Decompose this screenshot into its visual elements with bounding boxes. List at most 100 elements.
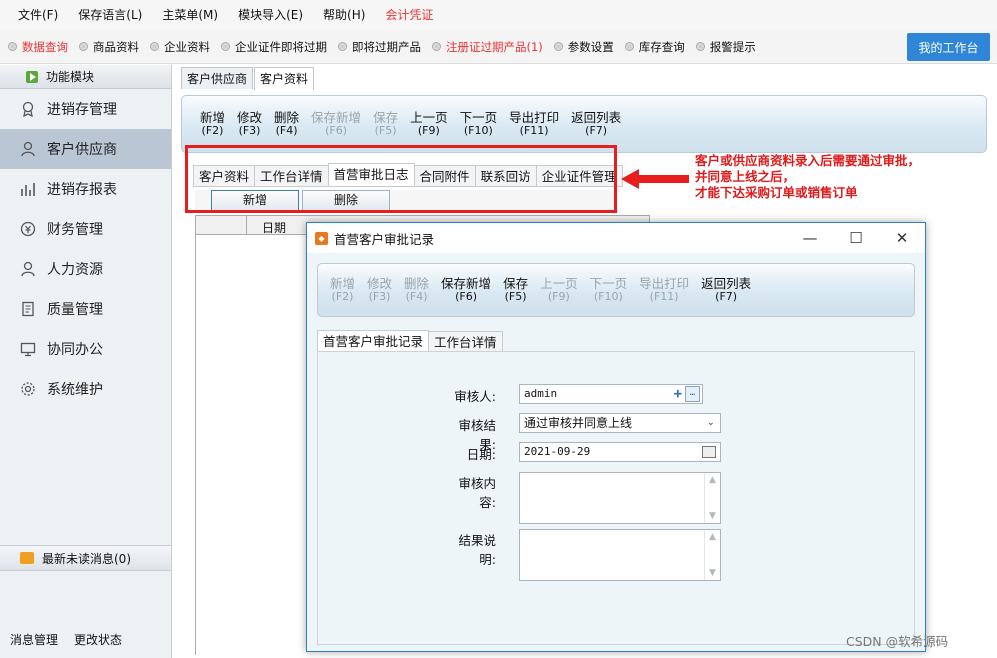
dlg-delete-button[interactable]: 删除 (F4)	[404, 277, 429, 303]
dlg-add-button[interactable]: 新增 (F2)	[330, 277, 355, 303]
reviewer-field[interactable]: admin + …	[519, 384, 703, 404]
sidebar-item-label: 客户供应商	[47, 142, 117, 158]
scroll-up-icon[interactable]: ▲	[709, 532, 716, 542]
annotation-line: 并同意上线之后，	[695, 169, 796, 184]
save-label: 保存	[373, 110, 399, 125]
maximize-icon[interactable]: ☐	[833, 223, 879, 253]
content-textarea[interactable]: ▲ ▼	[519, 472, 721, 524]
dlg-export-key: (F11)	[649, 290, 679, 303]
message-management-link[interactable]: 消息管理	[10, 631, 58, 648]
gear-icon	[20, 381, 36, 397]
dlg-export-print-button[interactable]: 导出打印 (F11)	[639, 277, 689, 303]
quick-settings[interactable]: 参数设置	[553, 39, 614, 55]
dlg-save-button[interactable]: 保存 (F5)	[503, 277, 528, 303]
quick-license-expiring[interactable]: 企业证件即将过期	[221, 39, 327, 55]
quick-data-query[interactable]: 数据查询	[8, 39, 68, 55]
unread-messages[interactable]: 最新未读消息(0)	[0, 545, 171, 571]
dlg-save-new-button[interactable]: 保存新增 (F6)	[441, 277, 491, 303]
quick-company-info[interactable]: 企业资料	[150, 39, 210, 55]
tab-customer-supplier[interactable]: 客户供应商	[181, 67, 254, 89]
menu-main[interactable]: 主菜单(M)	[152, 0, 228, 30]
edit-label: 修改	[237, 110, 263, 125]
app-icon: ◆	[315, 231, 328, 245]
highlight-box	[185, 145, 617, 213]
sidebar-item-reports[interactable]: 进销存报表	[0, 169, 171, 209]
radio-dot-icon	[8, 42, 17, 51]
export-print-button[interactable]: 导出打印 (F11)	[509, 111, 559, 137]
sidebar-item-finance[interactable]: 财务管理	[0, 209, 171, 249]
save-button[interactable]: 保存 (F5)	[373, 111, 398, 137]
add-button[interactable]: 新增 (F2)	[200, 111, 225, 137]
quick-label: 库存查询	[638, 39, 685, 54]
sidebar-item-label: 人力资源	[47, 262, 103, 278]
back-to-list-button[interactable]: 返回列表 (F7)	[571, 111, 621, 137]
result-select[interactable]: 通过审核并同意上线 ⌄	[519, 413, 721, 433]
sidebar-item-hr[interactable]: 人力资源	[0, 249, 171, 289]
scroll-down-icon[interactable]: ▼	[709, 511, 716, 521]
sidebar-item-label: 进销存报表	[47, 182, 117, 198]
person-icon	[20, 141, 36, 157]
tab-dialog-workbench-detail[interactable]: 工作台详情	[428, 331, 503, 352]
page-tabs: 客户供应商 客户资料	[181, 67, 315, 90]
scrollbar[interactable]: ▲ ▼	[704, 530, 720, 580]
menu-help[interactable]: 帮助(H)	[313, 0, 375, 30]
document-icon	[20, 301, 36, 317]
menu-file[interactable]: 文件(F)	[8, 0, 68, 30]
menu-accounting-voucher[interactable]: 会计凭证	[375, 0, 443, 30]
close-icon[interactable]: ✕	[879, 223, 925, 253]
dlg-add-label: 新增	[330, 276, 356, 291]
quick-product-expiring[interactable]: 即将过期产品	[338, 39, 421, 55]
dlg-prev-page-button[interactable]: 上一页 (F9)	[540, 277, 578, 303]
date-field[interactable]: 2021-09-29	[519, 442, 721, 462]
scrollbar[interactable]: ▲ ▼	[704, 473, 720, 523]
edit-button[interactable]: 修改 (F3)	[237, 111, 262, 137]
radio-dot-icon	[624, 42, 634, 51]
add-icon[interactable]: +	[674, 385, 682, 403]
sidebar-item-system[interactable]: 系统维护	[0, 369, 171, 409]
back-key: (F7)	[585, 124, 608, 137]
result-value: 通过审核并同意上线	[524, 416, 633, 430]
quick-label: 参数设置	[567, 39, 614, 54]
change-status-link[interactable]: 更改状态	[74, 631, 122, 648]
dialog-title: 首营客户审批记录	[334, 231, 435, 247]
dlg-prev-label: 上一页	[540, 276, 578, 291]
prev-page-button[interactable]: 上一页 (F9)	[410, 111, 448, 137]
menu-save-language[interactable]: 保存语言(L)	[68, 0, 152, 30]
quick-label: 即将过期产品	[352, 39, 421, 54]
sidebar-item-inventory[interactable]: 进销存管理	[0, 89, 171, 129]
next-page-button[interactable]: 下一页 (F10)	[460, 111, 498, 137]
dialog-titlebar: ◆ 首营客户审批记录 — ☐ ✕	[307, 223, 925, 253]
scroll-up-icon[interactable]: ▲	[709, 475, 716, 485]
dialog-tabs: 首营客户审批记录 工作台详情	[317, 330, 503, 352]
delete-button[interactable]: 删除 (F4)	[274, 111, 299, 137]
tab-approval-record[interactable]: 首营客户审批记录	[317, 330, 430, 352]
prev-label: 上一页	[410, 110, 448, 125]
my-workbench-button[interactable]: 我的工作台	[907, 33, 990, 61]
dlg-save-new-label: 保存新增	[441, 276, 492, 291]
tab-customer-info[interactable]: 客户资料	[254, 67, 315, 90]
calendar-icon[interactable]	[702, 446, 716, 458]
quick-inventory-query[interactable]: 库存查询	[624, 39, 685, 55]
dlg-next-page-button[interactable]: 下一页 (F10)	[590, 277, 628, 303]
next-label: 下一页	[459, 110, 498, 125]
dlg-edit-button[interactable]: 修改 (F3)	[367, 277, 392, 303]
monitor-icon	[20, 341, 36, 357]
quick-alarm[interactable]: 报警提示	[695, 39, 756, 55]
scroll-down-icon[interactable]: ▼	[709, 568, 716, 578]
quick-product-info[interactable]: 商品资料	[79, 39, 139, 55]
minimize-icon[interactable]: —	[787, 223, 833, 253]
save-new-button[interactable]: 保存新增 (F6)	[311, 111, 361, 137]
export-key: (F11)	[519, 124, 549, 137]
dlg-back-to-list-button[interactable]: 返回列表 (F7)	[701, 277, 751, 303]
sidebar-item-customer-supplier[interactable]: 客户供应商	[0, 129, 171, 169]
more-icon[interactable]: …	[685, 386, 700, 402]
annotation-arrow-icon	[621, 169, 689, 189]
chevron-down-icon: ⌄	[706, 417, 715, 428]
back-label: 返回列表	[571, 110, 622, 125]
note-textarea[interactable]: ▲ ▼	[519, 529, 721, 581]
sidebar-item-quality[interactable]: 质量管理	[0, 289, 171, 329]
sidebar-item-office[interactable]: 协同办公	[0, 329, 171, 369]
menu-bar: 文件(F) 保存语言(L) 主菜单(M) 模块导入(E) 帮助(H) 会计凭证	[0, 0, 997, 30]
quick-registration-expired[interactable]: 注册证过期产品(1)	[432, 39, 543, 55]
menu-module-import[interactable]: 模块导入(E)	[228, 0, 313, 30]
